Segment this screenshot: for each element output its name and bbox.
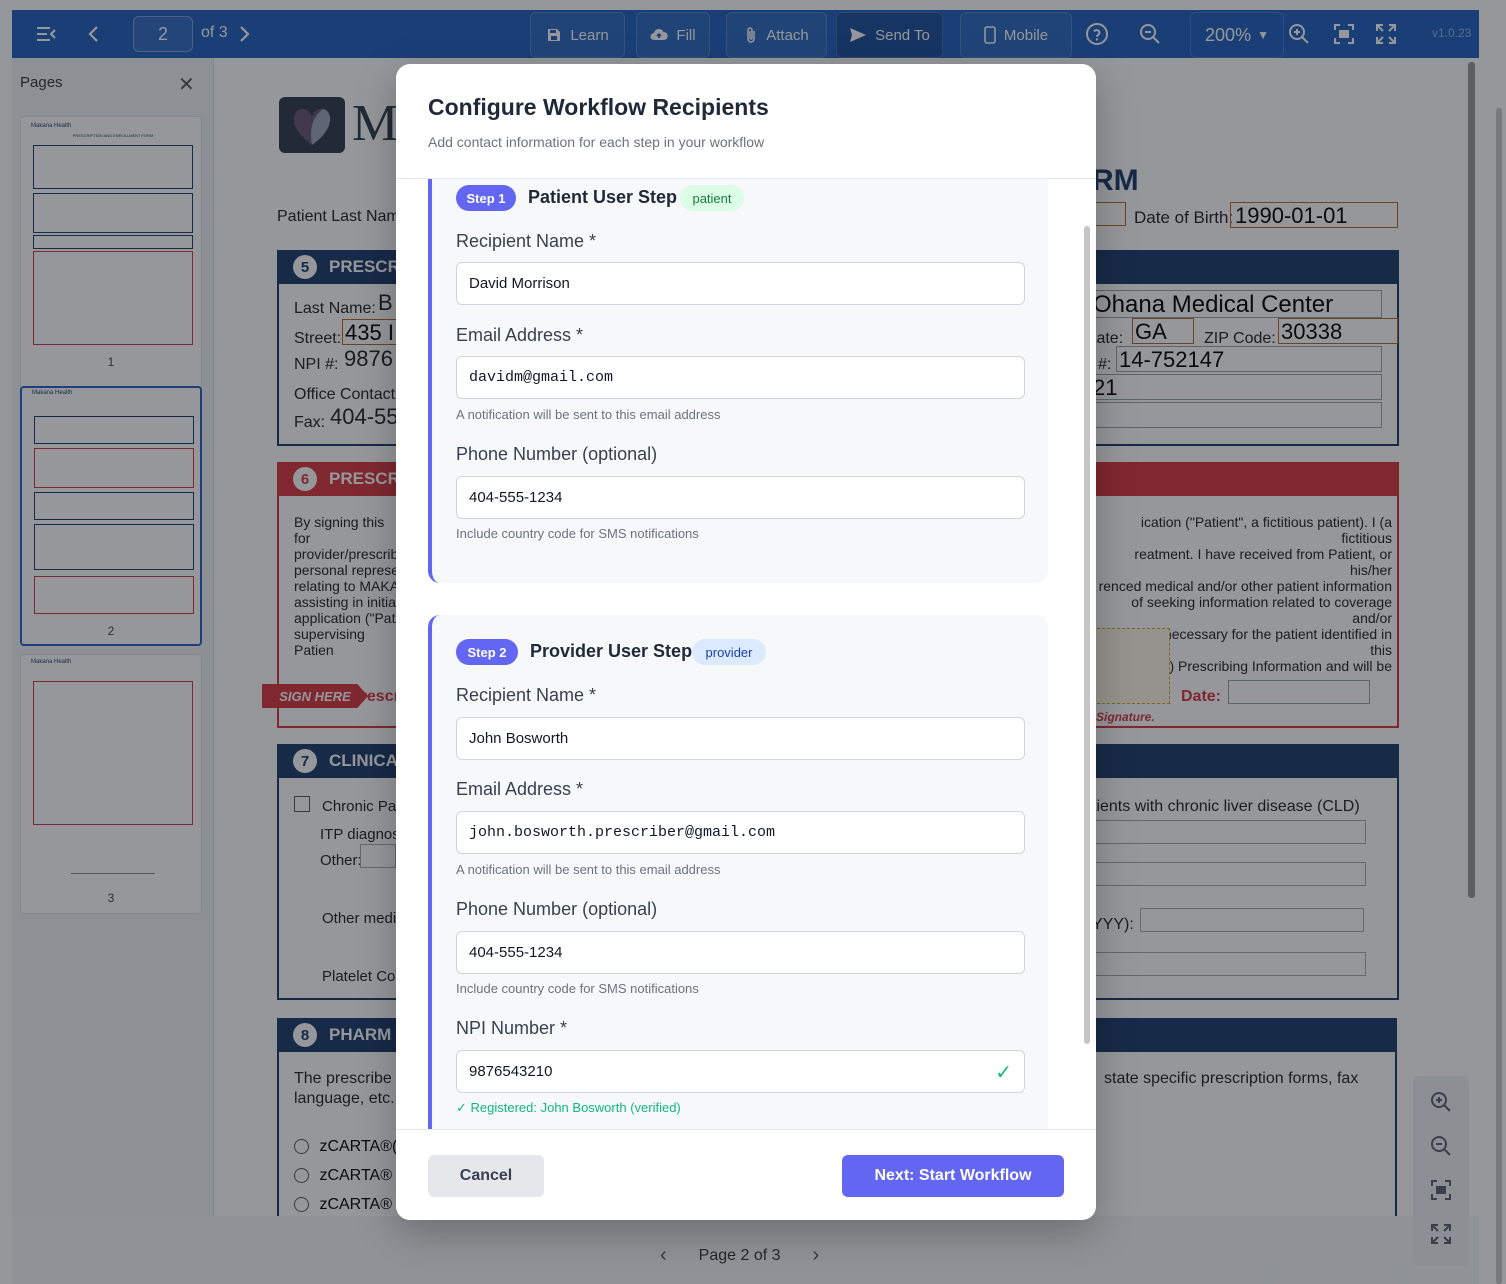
step-pill: Step 1 [456, 185, 516, 211]
configure-recipients-modal: Configure Workflow Recipients Add contac… [396, 64, 1096, 1220]
phone-label: Phone Number (optional) [456, 899, 658, 919]
step-title: Provider User Step [530, 641, 693, 661]
role-tag: patient [680, 185, 744, 211]
cancel-button[interactable]: Cancel [428, 1155, 544, 1197]
modal-footer: Cancel Next: Start Workflow [396, 1129, 1096, 1220]
phone-hint: Include country code for SMS notificatio… [456, 526, 699, 541]
phone-input[interactable]: 404-555-1234 [456, 476, 1025, 519]
email-label: Email Address * [456, 325, 584, 345]
step-title: Patient User Step [528, 187, 678, 207]
phone-hint: Include country code for SMS notificatio… [456, 981, 699, 996]
email-hint: A notification will be sent to this emai… [456, 407, 721, 422]
phone-label: Phone Number (optional) [456, 444, 658, 464]
phone-input[interactable]: 404-555-1234 [456, 931, 1025, 974]
npi-verified-status: ✓ Registered: John Bosworth (verified) [456, 1100, 681, 1115]
step-card-provider: Step 2 Provider User Step provider Recip… [428, 615, 1048, 1129]
email-input[interactable]: davidm@gmail.com [456, 356, 1025, 399]
modal-title: Configure Workflow Recipients [428, 94, 769, 120]
recipient-name-input[interactable]: John Bosworth [456, 717, 1025, 760]
checkmark-icon: ✓ [995, 1062, 1012, 1084]
recipient-name-input[interactable]: David Morrison [456, 262, 1025, 305]
modal-header: Configure Workflow Recipients Add contac… [396, 64, 1096, 179]
modal-body: Step 1 Patient User Step patient Recipie… [396, 179, 1096, 1129]
npi-label: NPI Number * [456, 1018, 568, 1038]
email-input[interactable]: john.bosworth.prescriber@gmail.com [456, 811, 1025, 854]
role-tag: provider [692, 639, 766, 665]
npi-value: 9876543210 [469, 1063, 553, 1080]
recipient-name-label: Recipient Name * [456, 685, 597, 705]
step-pill: Step 2 [456, 639, 518, 665]
npi-input[interactable]: 9876543210 ✓ [456, 1050, 1025, 1093]
email-hint: A notification will be sent to this emai… [456, 862, 721, 877]
step-card-patient: Step 1 Patient User Step patient Recipie… [428, 179, 1048, 583]
next-start-workflow-button[interactable]: Next: Start Workflow [842, 1155, 1064, 1197]
email-label: Email Address * [456, 779, 584, 799]
recipient-name-label: Recipient Name * [456, 231, 597, 251]
modal-scrollbar[interactable] [1084, 226, 1090, 1044]
modal-subtitle: Add contact information for each step in… [428, 134, 765, 150]
